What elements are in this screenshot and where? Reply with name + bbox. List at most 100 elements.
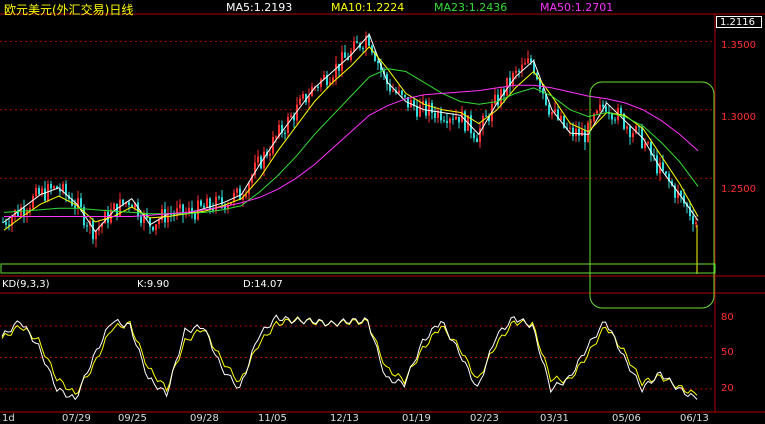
- candle-body: [530, 58, 532, 62]
- kd-tick-label: 80: [721, 312, 734, 323]
- ma10-readout: MA10:1.2224: [331, 1, 405, 14]
- candle-body: [398, 90, 400, 94]
- candle-body: [149, 217, 151, 227]
- candle-body: [44, 188, 46, 201]
- candle-body: [572, 127, 574, 137]
- candle-body: [341, 52, 343, 71]
- ma-line-ma23: [3, 68, 699, 215]
- candle-body: [275, 136, 277, 138]
- candle-body: [86, 225, 88, 227]
- candle-body: [632, 133, 634, 138]
- candle-body: [527, 58, 529, 64]
- candle-body: [167, 213, 169, 223]
- candle-body: [248, 182, 250, 194]
- candle-body: [41, 188, 43, 195]
- candle-body: [128, 202, 130, 206]
- kd-k-readout: K:9.90: [137, 279, 170, 290]
- candle-body: [575, 128, 577, 137]
- candle-body: [476, 138, 478, 143]
- candle-body: [113, 203, 115, 210]
- candle-body: [548, 104, 550, 115]
- ma5-readout: MA5:1.2193: [226, 1, 293, 14]
- candle-body: [692, 216, 694, 225]
- x-tick-label: 12/13: [330, 413, 359, 424]
- candle-body: [452, 118, 454, 120]
- candle-body: [356, 41, 358, 44]
- ma-line-ma10: [3, 46, 699, 231]
- candle-body: [203, 205, 205, 208]
- candle-body: [308, 96, 310, 103]
- candle-body: [629, 126, 631, 138]
- candle-body: [122, 199, 124, 205]
- candle-body: [419, 104, 421, 117]
- candle-body: [404, 94, 406, 98]
- candle-body: [485, 115, 487, 117]
- candle-body: [620, 108, 622, 114]
- candle-body: [584, 130, 586, 143]
- candle-body: [344, 52, 346, 58]
- candle-body: [446, 120, 448, 123]
- candle-body: [644, 143, 646, 149]
- candle-body: [284, 132, 286, 134]
- price-tick-label: 1.3500: [721, 40, 756, 51]
- candle-body: [443, 120, 445, 122]
- ma-line-ma5: [3, 33, 699, 233]
- candle-body: [179, 204, 181, 209]
- candle-body: [206, 198, 208, 208]
- kd-d-readout: D:14.07: [243, 279, 283, 290]
- candle-body: [596, 110, 598, 114]
- candle-body: [302, 93, 304, 99]
- candle-body: [353, 41, 355, 51]
- candle-body: [299, 98, 301, 105]
- ma23-readout: MA23:1.2436: [434, 1, 508, 14]
- candle-body: [317, 86, 319, 88]
- candle-body: [50, 184, 52, 189]
- x-tick-label: 1d: [2, 413, 15, 424]
- candle-body: [392, 90, 394, 92]
- candle-body: [428, 102, 430, 116]
- candle-body: [605, 106, 607, 112]
- candle-body: [236, 188, 238, 193]
- candle-body: [32, 196, 34, 208]
- x-tick-label: 01/19: [402, 413, 431, 424]
- kd-tick-label: 20: [721, 383, 734, 394]
- candle-body: [587, 122, 589, 143]
- candle-body: [458, 116, 460, 123]
- candle-body: [647, 142, 649, 144]
- candle-body: [662, 162, 664, 172]
- candle-body: [200, 200, 202, 206]
- candle-body: [518, 70, 520, 72]
- candle-body: [74, 205, 76, 208]
- candle-body: [155, 224, 157, 231]
- x-tick-label: 06/13: [680, 413, 709, 424]
- candle-body: [569, 127, 571, 129]
- candle-body: [515, 70, 517, 73]
- x-tick-label: 09/25: [118, 413, 147, 424]
- candle-body: [611, 114, 613, 120]
- candle-body: [626, 126, 628, 129]
- price-tick-label: 1.3000: [721, 112, 756, 123]
- candle-body: [695, 222, 697, 225]
- candle-body: [455, 116, 457, 120]
- candle-body: [401, 90, 403, 95]
- chart-title: 欧元美元(外汇交易)日线: [4, 3, 134, 17]
- kd-tick-label: 50: [721, 347, 734, 358]
- candle-body: [2, 222, 4, 223]
- candle-body: [614, 119, 616, 121]
- x-tick-label: 07/29: [62, 413, 91, 424]
- candle-body: [665, 171, 667, 174]
- kd-indicator-name: KD(9,3,3): [2, 279, 50, 290]
- price-tick-label: 1.2500: [721, 184, 756, 195]
- candle-body: [176, 208, 178, 216]
- candle-body: [35, 187, 37, 197]
- candle-body: [194, 212, 196, 220]
- candle-body: [263, 151, 265, 169]
- candle-body: [560, 115, 562, 120]
- candle-body: [578, 128, 580, 136]
- candle-body: [434, 112, 436, 118]
- x-tick-label: 09/28: [190, 413, 219, 424]
- candle-body: [581, 130, 583, 136]
- candle-body: [80, 198, 82, 208]
- x-tick-label: 11/05: [258, 413, 287, 424]
- last-price-label: 1.2116: [716, 16, 762, 28]
